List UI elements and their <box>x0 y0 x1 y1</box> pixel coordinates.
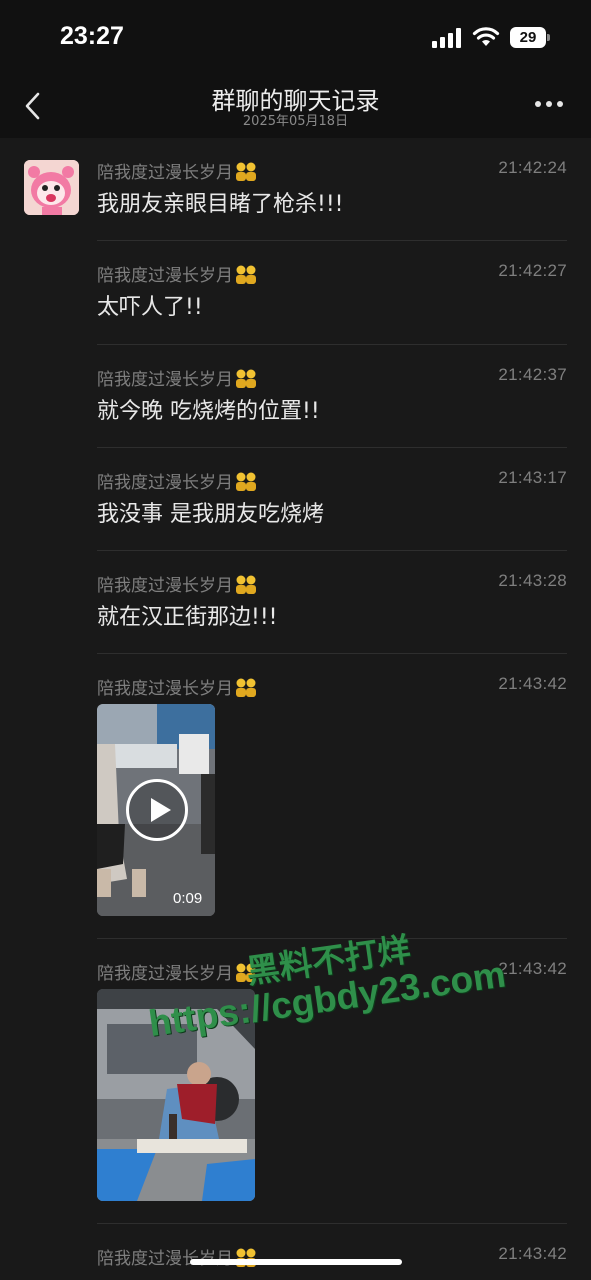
message-item: 陪我度过漫长岁月 21:43:42 <box>97 959 567 989</box>
message-time: 21:42:37 <box>498 365 567 384</box>
image-message-thumbnail[interactable] <box>97 989 255 1201</box>
couple-emoji-icon <box>236 575 256 594</box>
sender-name: 陪我度过漫长岁月 <box>97 365 258 390</box>
cartoon-avatar-icon <box>24 160 79 215</box>
sender-name: 陪我度过漫长岁月 <box>97 571 258 596</box>
sender-name-text: 陪我度过漫长岁月 <box>97 163 233 183</box>
nav-bar: 群聊的聊天记录 2025年05月18日 <box>0 70 591 138</box>
video-message-thumbnail[interactable]: 0:09 <box>97 704 215 916</box>
couple-emoji-icon <box>236 963 256 982</box>
sender-name-text: 陪我度过漫长岁月 <box>97 370 233 390</box>
sender-name-text: 陪我度过漫长岁月 <box>97 473 233 493</box>
message-item: 陪我度过漫长岁月 21:42:37 就今晚 吃烧烤的位置!! <box>97 365 567 425</box>
sender-avatar[interactable] <box>24 160 79 215</box>
message-item: 陪我度过漫长岁月 21:43:28 就在汉正街那边!!! <box>97 571 567 631</box>
message-text[interactable]: 太吓人了!! <box>97 289 203 321</box>
status-time: 23:27 <box>60 22 124 50</box>
message-text[interactable]: 我没事 是我朋友吃烧烤 <box>97 496 324 528</box>
sender-name: 陪我度过漫长岁月 <box>97 468 258 493</box>
sender-name-text: 陪我度过漫长岁月 <box>97 266 233 286</box>
couple-emoji-icon <box>236 162 256 181</box>
divider <box>97 344 567 345</box>
sender-name: 陪我度过漫长岁月 <box>97 261 258 286</box>
play-icon <box>151 798 171 822</box>
sender-name-text: 陪我度过漫长岁月 <box>97 964 233 984</box>
message-time: 21:43:42 <box>498 1244 567 1263</box>
message-time: 21:42:27 <box>498 261 567 280</box>
sender-name-text: 陪我度过漫长岁月 <box>97 679 233 699</box>
couple-emoji-icon <box>236 472 256 491</box>
message-text[interactable]: 我朋友亲眼目睹了枪杀!!! <box>97 186 343 218</box>
home-indicator[interactable] <box>190 1259 402 1265</box>
battery-level: 29 <box>519 29 537 46</box>
status-bar: 23:27 29 <box>0 0 591 70</box>
message-text[interactable]: 就在汉正街那边!!! <box>97 599 277 631</box>
message-time: 21:43:42 <box>498 674 567 693</box>
message-item: 陪我度过漫长岁月 21:43:42 <box>97 674 567 704</box>
message-time: 21:42:24 <box>498 158 567 177</box>
battery-tip <box>547 34 550 41</box>
couple-emoji-icon <box>236 369 256 388</box>
sender-name: 陪我度过漫长岁月 <box>97 158 258 183</box>
couple-emoji-icon <box>236 678 256 697</box>
more-options-icon[interactable] <box>534 100 564 108</box>
divider <box>97 550 567 551</box>
couple-emoji-icon <box>236 265 256 284</box>
message-item: 陪我度过漫长岁月 21:42:27 太吓人了!! <box>97 261 567 321</box>
cellular-signal-icon <box>432 28 461 48</box>
wifi-icon <box>472 27 500 46</box>
image-thumbnail-photo <box>97 989 255 1201</box>
page-date: 2025年05月18日 <box>242 114 349 129</box>
divider <box>97 240 567 241</box>
message-time: 21:43:28 <box>498 571 567 590</box>
sender-name: 陪我度过漫长岁月 <box>97 1244 258 1269</box>
video-duration: 0:09 <box>173 890 203 907</box>
battery-indicator: 29 <box>510 27 550 48</box>
message-time: 21:43:42 <box>498 959 567 978</box>
divider <box>97 938 567 939</box>
divider <box>97 653 567 654</box>
sender-name-text: 陪我度过漫长岁月 <box>97 576 233 596</box>
message-text[interactable]: 就今晚 吃烧烤的位置!! <box>97 393 320 425</box>
message-time: 21:43:17 <box>498 468 567 487</box>
message-item: 陪我度过漫长岁月 21:43:17 我没事 是我朋友吃烧烤 <box>97 468 567 528</box>
divider <box>97 1223 567 1224</box>
divider <box>97 447 567 448</box>
message-item: 陪我度过漫长岁月 21:42:24 我朋友亲眼目睹了枪杀!!! <box>97 158 567 218</box>
sender-name: 陪我度过漫长岁月 <box>97 674 258 699</box>
play-button[interactable] <box>126 779 188 841</box>
sender-name: 陪我度过漫长岁月 <box>97 959 258 984</box>
